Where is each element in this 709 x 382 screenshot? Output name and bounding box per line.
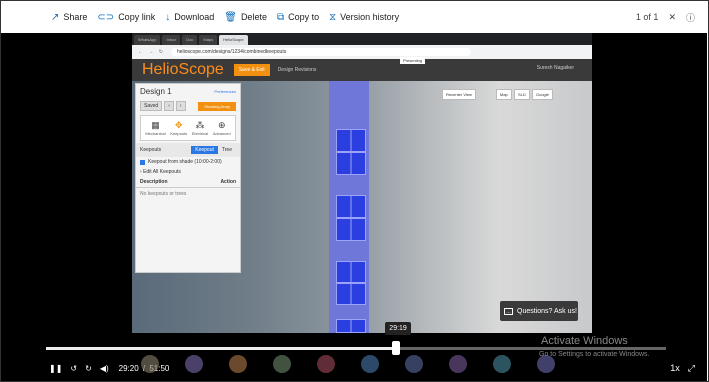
browser-tab[interactable]: Maps [199,35,218,45]
browser-window: WhatsApp Inbox Doc Maps HelioScope ← → ↻… [132,33,592,333]
chapter-thumbnails [141,355,581,373]
chapter-thumbnail[interactable] [141,355,159,373]
copy-to-button[interactable]: ⧉ Copy to [277,12,319,23]
chapter-thumbnail[interactable] [361,355,379,373]
questions-button[interactable]: … Questions? Ask us! [500,301,578,321]
url-field[interactable]: helioscope.com/designs/1234/combinedkeep… [170,48,471,56]
chapter-thumbnail[interactable] [493,355,511,373]
link-icon: ⊂⊃ [97,11,115,23]
scrubber-handle[interactable] [392,341,401,355]
browser-tab[interactable]: WhatsApp [134,35,161,45]
design-panel: Design 1 Preferences Saved ‹ › Showing A… [135,83,241,273]
download-icon: ↓ [165,11,171,23]
solar-panel-array[interactable] [336,261,366,305]
share-icon: ↗ [51,11,60,23]
chapter-thumbnail[interactable] [405,355,423,373]
chapter-thumbnail[interactable] [449,355,467,373]
fullscreen-icon[interactable]: ⤢ [688,363,695,374]
copy-icon: ⧉ [276,11,285,23]
delete-button[interactable]: 🗑 Delete [224,12,267,23]
design-revisions-link[interactable]: Design Revisions [278,67,317,73]
design-title: Design 1 [140,87,172,96]
map-view-button[interactable]: Map [496,89,512,100]
hover-time-tooltip: 29:19 [385,322,411,335]
keepouts-table-header: Description Action [136,177,240,188]
trash-icon: 🗑 [224,11,237,23]
keepouts-empty: No keepouts or trees [140,191,187,197]
grid-icon: ▦ [151,120,160,130]
plus-icon: ⊕ [217,120,226,130]
advanced-tool[interactable]: ⊕ Advanced [213,120,231,136]
hierarchy-icon: ⁂ [195,120,205,130]
browser-tab[interactable]: Inbox [162,35,181,45]
keepout-shade-row[interactable]: Keepout from shade (10:00-2:00) [136,157,240,167]
tool-selector: ▦ Mechanical ✥ Keepouts ⁂ Electrical ⊕ Advan… [140,115,236,141]
solar-panel-array[interactable] [336,195,366,241]
edit-all-keepouts[interactable]: › Edit All Keepouts [136,167,240,177]
current-time: 29:20 [118,363,139,373]
progress-bar[interactable] [46,347,666,350]
chapter-thumbnail[interactable] [317,355,335,373]
chapter-thumbnail[interactable] [537,355,555,373]
viewer-toolbar: ↗ Share ⊂⊃ Copy link ↓ Download 🗑 Delete ⧉ Co… [1,1,707,33]
pause-icon[interactable]: ❚❚ [49,364,62,373]
download-button[interactable]: ↓ Download [165,12,214,23]
chapter-thumbnail[interactable] [273,355,291,373]
player-controls-right: 1x ⤢ [662,355,695,381]
browser-tabs: WhatsApp Inbox Doc Maps HelioScope [132,33,592,45]
copy-link-button[interactable]: ⊂⊃ Copy link [97,12,155,23]
chapter-thumbnail[interactable] [229,355,247,373]
browser-tab-active[interactable]: HelioScope [219,35,248,45]
presenting-badge: Presenting [400,57,426,64]
volume-icon[interactable]: ◀) [100,364,109,373]
windows-watermark: Activate Windows [541,335,628,347]
sld-view-button[interactable]: SLD [514,89,530,100]
showing-array-button[interactable]: Showing Array [198,101,236,111]
browser-urlbar: ← → ↻ helioscope.com/designs/1234/combin… [132,45,592,59]
close-icon[interactable]: ✕ [668,12,676,23]
design-actions: Saved ‹ › Showing Array [136,99,240,113]
keepout-icon: ✥ [174,120,183,130]
tab-tree[interactable]: Tree [218,146,236,154]
design-title-row: Design 1 Preferences [136,84,240,99]
playback-speed[interactable]: 1x [670,363,680,373]
share-button[interactable]: ↗ Share [51,12,87,23]
forward-icon[interactable]: ↻ [85,364,92,373]
info-icon[interactable]: ⓘ [686,11,695,24]
solar-panel-array[interactable] [336,129,366,175]
progress-fill [46,347,397,350]
checkbox-checked[interactable] [140,159,145,165]
solar-panel-array[interactable] [336,319,366,333]
viewer-toolbar-right: 1 of 1 ✕ ⓘ [626,1,695,33]
tab-keepout[interactable]: Keepout [191,146,218,154]
keepouts-header: Keepouts Keepout Tree [136,143,240,157]
electrical-tool[interactable]: ⁂ Electrical [192,120,208,136]
recenter-view-button[interactable]: Recenter View [442,89,476,100]
page-count: 1 of 1 [635,12,659,22]
redo-icon[interactable]: › [175,101,186,111]
chapter-thumbnail[interactable] [185,355,203,373]
chat-icon: … [504,307,513,315]
google-view-button[interactable]: Google [532,89,553,100]
browser-nav-icons[interactable]: ← → ↻ [138,49,165,55]
mechanical-tool[interactable]: ▦ Mechanical [145,120,165,136]
rewind-icon[interactable]: ↺ [70,364,77,373]
undo-icon[interactable]: ‹ [164,101,174,111]
video-player[interactable]: WhatsApp Inbox Doc Maps HelioScope ← → ↻… [1,33,707,381]
browser-tab[interactable]: Doc [182,35,198,45]
app-logo: HelioScope [142,61,224,78]
version-history-button[interactable]: ⧖ Version history [329,12,399,23]
save-exit-button[interactable]: Save & Exit [233,64,270,76]
preferences-link[interactable]: Preferences [214,89,236,94]
history-icon: ⧖ [329,11,337,23]
user-menu[interactable]: Suresh Nagaiker [537,65,574,71]
app-header: HelioScope Save & Exit Design Revisions [132,59,592,81]
keepouts-tool[interactable]: ✥ Keepouts [170,120,187,136]
saved-button[interactable]: Saved [140,101,163,111]
